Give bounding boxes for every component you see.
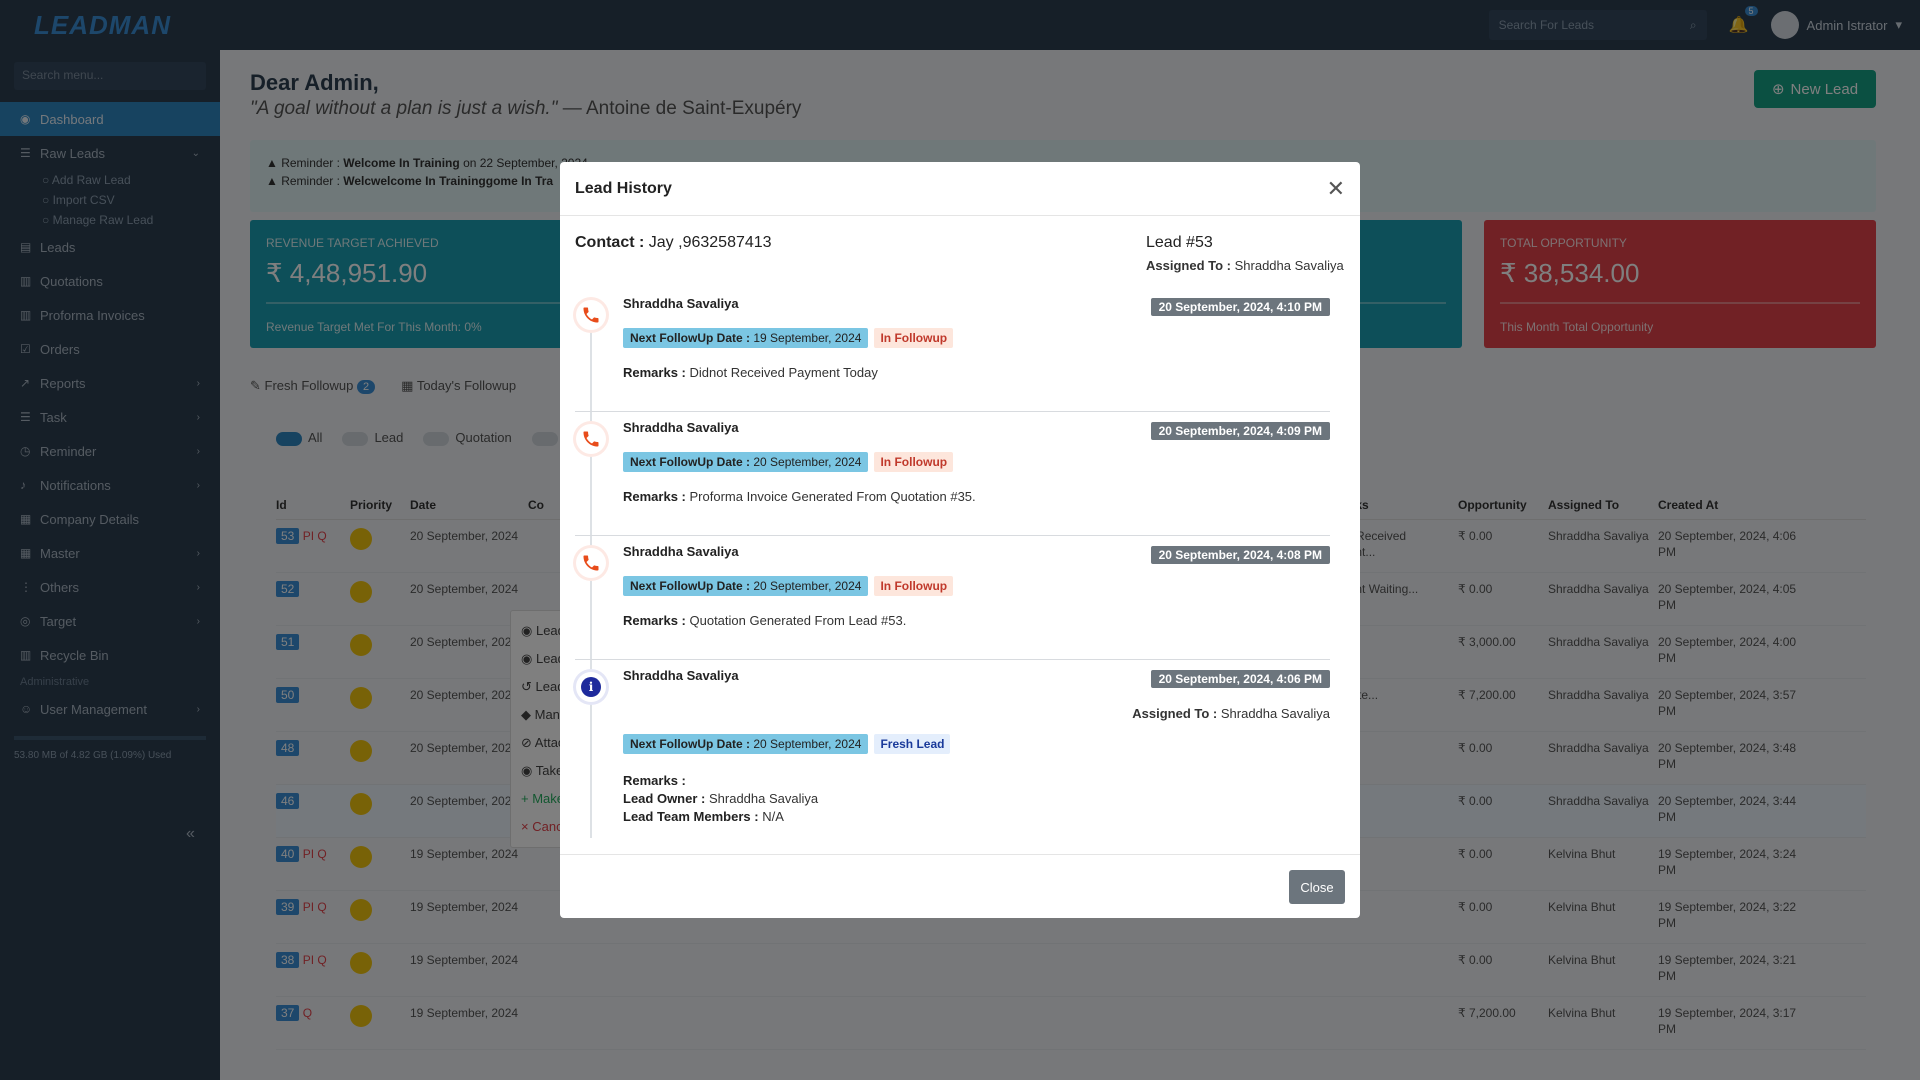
entry-remarks: Remarks : Didnot Received Payment Today xyxy=(623,365,878,380)
entry-tags: Next FollowUp Date : 19 September, 2024 … xyxy=(623,328,954,348)
phone-icon xyxy=(576,424,606,454)
phone-icon xyxy=(576,548,606,578)
entry-tags: Next FollowUp Date : 20 September, 2024 … xyxy=(623,452,954,472)
next-followup-badge: Next FollowUp Date : 20 September, 2024 xyxy=(623,452,869,472)
lead-history-modal: Lead History ✕ Contact : Jay ,9632587413… xyxy=(560,162,1360,918)
history-entry: i Shraddha Savaliya 20 September, 2024, … xyxy=(575,660,1330,840)
entry-author: Shraddha Savaliya xyxy=(623,296,739,311)
entry-author: Shraddha Savaliya xyxy=(623,420,739,435)
lead-owner: Shraddha Savaliya xyxy=(708,791,819,806)
entry-assigned-to: Assigned To : Shraddha Savaliya xyxy=(1132,706,1330,721)
close-button[interactable]: Close xyxy=(1289,870,1345,904)
next-followup-badge: Next FollowUp Date : 19 September, 2024 xyxy=(623,328,869,348)
history-entry: Shraddha Savaliya 20 September, 2024, 4:… xyxy=(575,288,1330,412)
entry-details: Remarks : Lead Owner : Shraddha Savaliya… xyxy=(623,773,819,824)
modal-title: Lead History xyxy=(575,179,672,197)
entry-remarks: Remarks : Proforma Invoice Generated Fro… xyxy=(623,489,976,504)
info-icon: i xyxy=(576,672,606,702)
entry-tags: Next FollowUp Date : 20 September, 2024 … xyxy=(623,576,954,596)
modal-header: Lead History ✕ xyxy=(560,162,1360,216)
status-badge: In Followup xyxy=(874,328,954,348)
entry-author: Shraddha Savaliya xyxy=(623,668,739,683)
lead-number: Lead #53 xyxy=(1146,234,1213,251)
contact-value: Jay ,9632587413 xyxy=(648,234,772,251)
entry-timestamp: 20 September, 2024, 4:10 PM xyxy=(1150,298,1330,316)
phone-icon xyxy=(576,300,606,330)
close-icon[interactable]: ✕ xyxy=(1327,177,1345,200)
entry-timestamp: 20 September, 2024, 4:09 PM xyxy=(1150,422,1330,440)
history-entry: Shraddha Savaliya 20 September, 2024, 4:… xyxy=(575,536,1330,660)
assigned-to: Assigned To : Shraddha Savaliya xyxy=(1146,258,1344,273)
entry-tags: Next FollowUp Date : 20 September, 2024 … xyxy=(623,734,951,754)
history-timeline: Shraddha Savaliya 20 September, 2024, 4:… xyxy=(575,288,1330,840)
entry-timestamp: 20 September, 2024, 4:08 PM xyxy=(1150,546,1330,564)
history-entry: Shraddha Savaliya 20 September, 2024, 4:… xyxy=(575,412,1330,536)
next-followup-badge: Next FollowUp Date : 20 September, 2024 xyxy=(623,576,869,596)
modal-footer: Close xyxy=(560,854,1360,918)
status-badge: In Followup xyxy=(874,452,954,472)
lead-team-members: N/A xyxy=(762,809,784,824)
status-badge: Fresh Lead xyxy=(874,734,951,754)
entry-timestamp: 20 September, 2024, 4:06 PM xyxy=(1150,670,1330,688)
contact-info: Contact : Jay ,9632587413 xyxy=(575,234,772,251)
next-followup-badge: Next FollowUp Date : 20 September, 2024 xyxy=(623,734,869,754)
status-badge: In Followup xyxy=(874,576,954,596)
entry-remarks: Remarks : Quotation Generated From Lead … xyxy=(623,613,907,628)
entry-author: Shraddha Savaliya xyxy=(623,544,739,559)
